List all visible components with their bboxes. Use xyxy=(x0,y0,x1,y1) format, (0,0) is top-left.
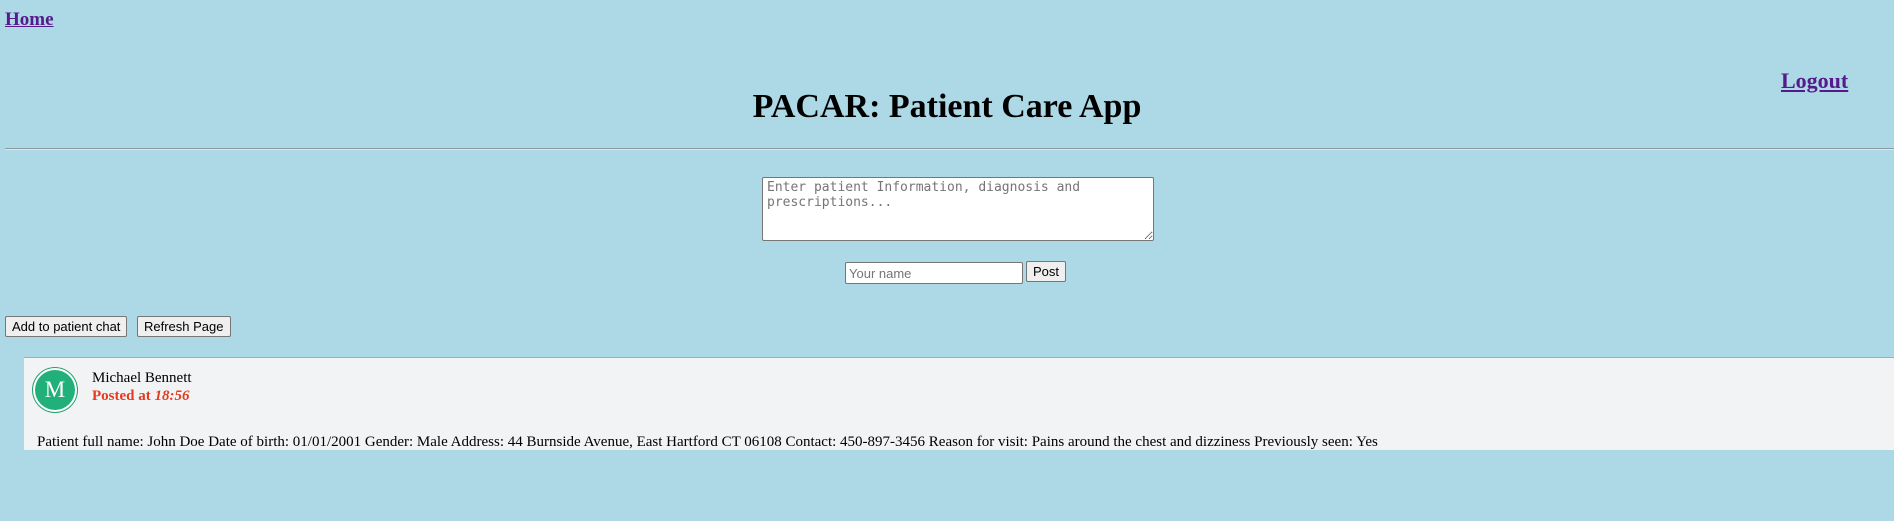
chat-message: M Michael Bennett Posted at 18:56 Patien… xyxy=(24,357,1894,450)
posted-time: 18:56 xyxy=(154,388,190,404)
name-input[interactable] xyxy=(845,262,1023,284)
header-divider xyxy=(5,148,1894,150)
add-to-patient-chat-button[interactable]: Add to patient chat xyxy=(5,316,128,337)
message-text: Patient full name: John Doe Date of birt… xyxy=(37,434,1378,450)
page-title: PACAR: Patient Care App xyxy=(752,88,1142,125)
home-link[interactable]: Home xyxy=(5,9,54,31)
author-name: Michael Bennett xyxy=(92,370,192,386)
refresh-page-button[interactable]: Refresh Page xyxy=(137,316,231,337)
posted-at-label: Posted at xyxy=(92,388,151,404)
posted-at: Posted at 18:56 xyxy=(92,388,190,405)
patient-info-textarea[interactable] xyxy=(762,177,1154,241)
avatar: M xyxy=(35,370,75,410)
post-button[interactable]: Post xyxy=(1026,261,1067,282)
